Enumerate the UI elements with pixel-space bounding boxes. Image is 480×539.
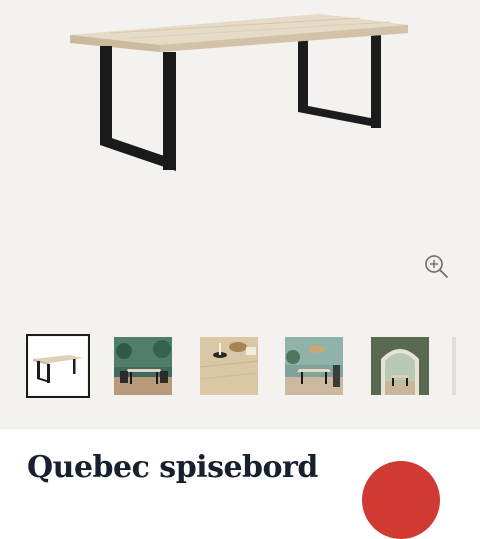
thumbnail-dining-scene-lamp[interactable] <box>285 337 343 395</box>
table-leg-back <box>298 34 381 128</box>
thumbnail-gallery <box>0 334 480 400</box>
thumbnail-arched-alcove[interactable] <box>371 337 429 395</box>
table-leg-front <box>100 46 176 171</box>
product-image-area[interactable] <box>0 0 480 428</box>
zoom-in-icon[interactable] <box>422 252 450 280</box>
product-title: Quebec spisebord <box>27 450 318 485</box>
tabletop <box>70 14 408 52</box>
thumbnail-table-product[interactable] <box>26 334 90 398</box>
sale-badge <box>362 461 440 539</box>
thumbnail-tabletop-detail[interactable] <box>200 337 258 395</box>
thumbnail-dining-room[interactable] <box>114 337 172 395</box>
section-divider <box>0 428 480 429</box>
thumbnail-next-peek[interactable] <box>452 337 456 395</box>
